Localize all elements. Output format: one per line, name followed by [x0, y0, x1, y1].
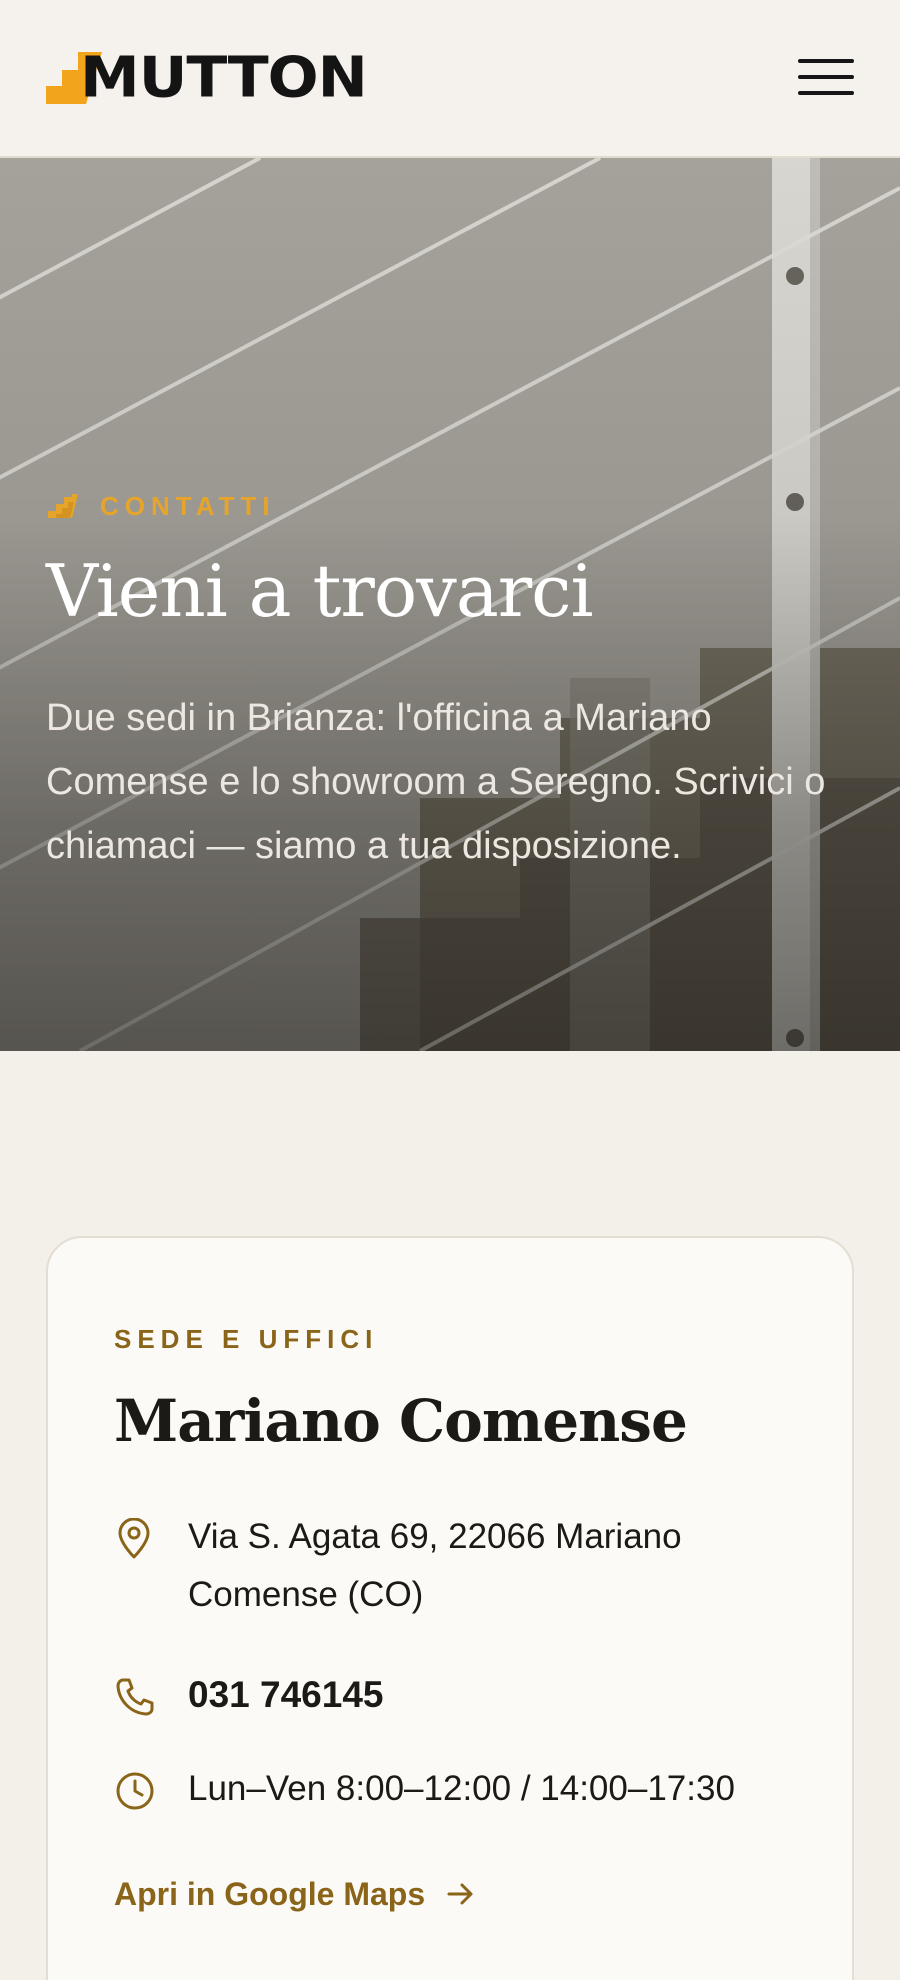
hero-section: CONTATTI Vieni a trovarci Due sedi in Br… [0, 158, 900, 1051]
logo-text: MUTTON [80, 45, 368, 111]
map-pin-icon [118, 1518, 150, 1559]
location-card-eyebrow: SEDE E UFFICI [114, 1324, 379, 1354]
hero-eyebrow-label: CONTATTI [100, 491, 276, 521]
clock-icon [116, 1772, 154, 1810]
phone-row[interactable]: 031 746145 [114, 1666, 814, 1726]
arrow-right-icon [447, 1883, 473, 1905]
hero-description: Due sedi in Brianza: l'officina a Marian… [46, 697, 826, 867]
logo[interactable]: MUTTON [46, 45, 368, 111]
hours-row: Lun–Ven 8:00–12:00 / 14:00–17:30 [114, 1760, 814, 1820]
hero-eyebrow: CONTATTI [48, 491, 276, 521]
hamburger-menu-icon [798, 59, 854, 63]
phone-link[interactable]: 031 746145 [188, 1666, 808, 1724]
phone-icon [116, 1678, 154, 1716]
stairs-icon [48, 494, 78, 518]
address-row: Via S. Agata 69, 22066 Mariano Comense (… [114, 1508, 814, 1628]
open-google-maps-label: Apri in Google Maps [114, 1876, 426, 1912]
open-google-maps-link[interactable]: Apri in Google Maps [114, 1874, 475, 1914]
location-card-title: Mariano Comense [114, 1387, 688, 1455]
hours-text: Lun–Ven 8:00–12:00 / 14:00–17:30 [188, 1769, 735, 1808]
menu-button[interactable] [790, 50, 854, 104]
address-text: Via S. Agata 69, 22066 Mariano Comense (… [188, 1517, 682, 1614]
site-header: MUTTON [0, 0, 900, 158]
page-title: Vieni a trovarci [46, 549, 594, 633]
location-card: SEDE E UFFICI Mariano Comense Via S. Aga… [46, 1236, 854, 1980]
